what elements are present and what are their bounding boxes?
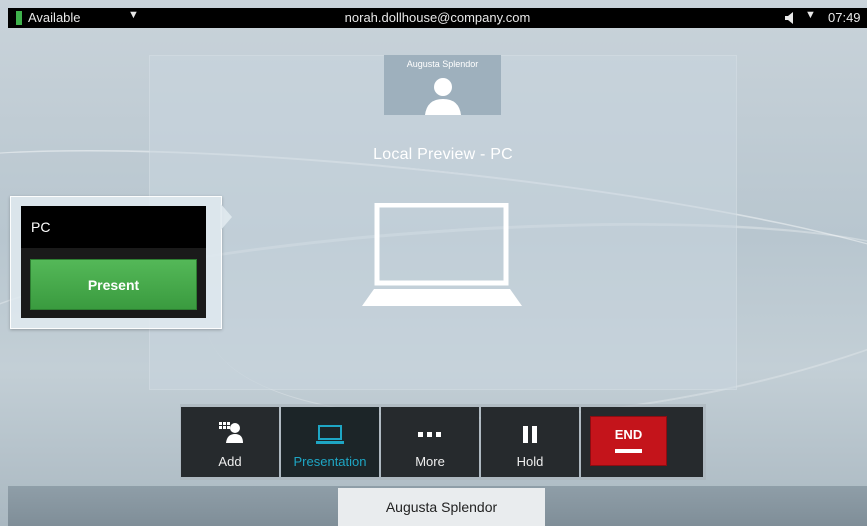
add-button[interactable]: Add (181, 407, 279, 477)
more-icon (418, 432, 441, 437)
presentation-label: Presentation (293, 454, 367, 469)
present-button[interactable]: Present (30, 259, 197, 310)
hold-button[interactable]: Hold (481, 407, 579, 477)
top-status-bar: Available ▼ norah.dollhouse@company.com … (8, 8, 867, 28)
self-view-name: Augusta Splendor (406, 59, 479, 69)
presentation-button[interactable]: Presentation (281, 407, 379, 477)
more-label: More (415, 454, 445, 469)
speaker-icon[interactable] (784, 11, 798, 25)
presentation-icon (316, 425, 344, 444)
self-view-tile[interactable]: Augusta Splendor (384, 55, 501, 115)
add-label: Add (218, 454, 242, 469)
pause-icon (523, 426, 537, 443)
source-header: PC (21, 206, 206, 248)
clock: 07:49 (828, 10, 861, 25)
hold-label: Hold (516, 454, 544, 469)
source-name: PC (31, 219, 51, 235)
participant-tab[interactable]: Augusta Splendor (338, 488, 545, 526)
preview-title: Local Preview - PC (373, 146, 513, 163)
end-call-button[interactable]: END (591, 417, 666, 465)
user-email: norah.dollhouse@company.com (344, 10, 531, 25)
laptop-icon (362, 203, 522, 306)
more-button[interactable]: More (381, 407, 479, 477)
end-label: END (614, 427, 643, 442)
popup-pointer (220, 203, 232, 231)
caret-down-icon[interactable]: ▼ (805, 9, 816, 21)
add-contact-icon (219, 422, 243, 443)
avatar-icon (425, 78, 461, 115)
end-call-bar-icon (615, 449, 642, 453)
